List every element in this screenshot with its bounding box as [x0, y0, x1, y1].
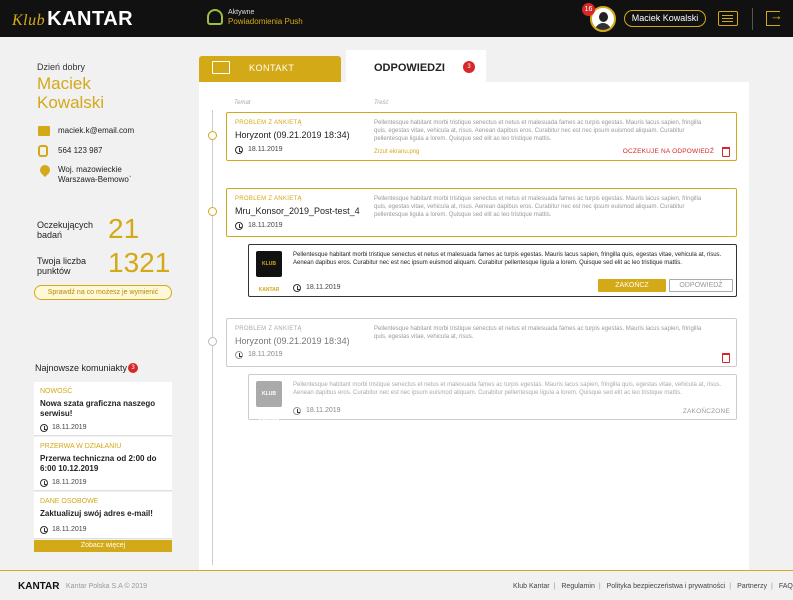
ticket-date: 18.11.2019 — [248, 351, 283, 358]
ticket-card[interactable]: PROBLEM Z ANKIETĄ Horyzont (09.21.2019 1… — [226, 112, 737, 161]
clock-icon — [235, 146, 243, 154]
divider: | — [729, 583, 732, 590]
footer-link-regulamin[interactable]: Regulamin — [561, 583, 594, 590]
divider: | — [553, 583, 556, 590]
ticket-category: PROBLEM Z ANKIETĄ — [235, 120, 302, 126]
phone-icon — [38, 145, 48, 157]
kantar-thumbnail: KLUB KANTAR — [256, 381, 282, 423]
ticket-card[interactable]: PROBLEM Z ANKIETĄ Horyzont (09.21.2019 1… — [226, 318, 737, 367]
ticket-title: Horyzont (09.21.2019 18:34) — [235, 130, 350, 140]
pending-surveys-label: Oczekujących badań — [37, 220, 94, 240]
ticket-title: Horyzont (09.21.2019 18:34) — [235, 336, 350, 346]
news-count-badge: 3 — [128, 363, 138, 373]
ticket-message: Pellentesque habitant morbi tristique se… — [374, 196, 702, 218]
attachment-link[interactable]: Zrzut ekranu.png — [374, 149, 419, 155]
news-date: 18.11.2019 — [52, 424, 87, 431]
push-notifications-link[interactable]: Powiadomienia Push — [228, 17, 303, 26]
top-bar: Klub KANTAR Aktywne Powiadomienia Push 16… — [0, 0, 793, 37]
user-phone: 564 123 987 — [58, 146, 103, 155]
end-button[interactable]: ZAKOŃCZ — [598, 279, 666, 292]
clock-icon — [40, 424, 48, 432]
footer-link-faq[interactable]: FAQ — [779, 583, 793, 590]
notification-badge: 16 — [582, 3, 595, 16]
user-menu-button[interactable]: Maciek Kowalski — [624, 10, 706, 27]
footer-logo: KANTAR — [18, 581, 60, 592]
points-label: Twoja liczba punktów — [37, 256, 87, 276]
tab-answers[interactable]: ODPOWIEDZI 3 — [346, 50, 486, 82]
clock-icon — [293, 407, 301, 415]
footer-link-privacy[interactable]: Polityka bezpieczeństwa i prywatności — [607, 583, 726, 590]
ticket-title: Mru_Konsor_2019_Post-test_4 — [235, 206, 360, 216]
trash-icon[interactable] — [722, 353, 730, 363]
clock-icon — [235, 222, 243, 230]
greeting: Dzień dobry — [37, 62, 86, 72]
reply-message: Pellentesque habitant morbi tristique se… — [293, 382, 722, 396]
news-item[interactable]: DANE OSOBOWE Zaktualizuj swój adres e-ma… — [34, 492, 172, 539]
divider: | — [598, 583, 601, 590]
footer: KANTAR Kantar Polska S.A © 2019 Klub Kan… — [0, 570, 793, 600]
logout-icon[interactable] — [766, 8, 783, 26]
see-more-news-button[interactable]: Zobacz więcej — [34, 540, 172, 552]
ticket-category: PROBLEM Z ANKIETĄ — [235, 326, 302, 332]
ticket-message: Pellentesque habitant morbi tristique se… — [374, 120, 702, 142]
ticket-date: 18.11.2019 — [248, 146, 283, 153]
status-label: OCZEKUJE NA ODPOWIEDŹ — [622, 148, 714, 155]
ticket-date: 18.11.2019 — [248, 222, 283, 229]
user-email: maciek.k@email.com — [58, 126, 135, 135]
news-title: Przerwa techniczna od 2:00 do 6:00 10.12… — [40, 454, 157, 473]
message-icon[interactable] — [718, 11, 738, 26]
column-header-content: Treść — [374, 100, 389, 106]
clock-icon — [40, 526, 48, 534]
divider: | — [771, 583, 773, 590]
user-name: Maciek Kowalski — [37, 74, 105, 112]
news-category: PRZERWA W DZIAŁANIU — [40, 443, 122, 450]
news-item[interactable]: PRZERWA W DZIAŁANIU Przerwa techniczna o… — [34, 437, 172, 491]
news-date: 18.11.2019 — [52, 479, 87, 486]
news-item[interactable]: NOWOŚĆ Nowa szata graficzna naszego serw… — [34, 382, 172, 436]
news-heading: Najnowsze komuniakty — [35, 363, 128, 373]
footer-links: Klub Kantar | Regulamin | Polityka bezpiec… — [513, 583, 793, 590]
clock-icon — [40, 479, 48, 487]
timeline-dot — [208, 131, 217, 140]
footer-link-klub[interactable]: Klub Kantar — [513, 583, 550, 590]
bell-icon[interactable] — [207, 9, 223, 25]
news-title: Zaktualizuj swój adres e-mail! — [40, 509, 153, 518]
reply-button[interactable]: ODPOWIEDŹ — [669, 279, 733, 292]
answers-count-badge: 3 — [463, 61, 475, 73]
points-value: 1321 — [108, 247, 171, 278]
clock-icon — [293, 284, 301, 292]
status-label: ZAKOŃCZONE — [682, 408, 730, 415]
kantar-thumbnail: KLUB KANTAR — [256, 251, 282, 293]
pending-surveys-value: 21 — [108, 213, 140, 244]
klub-kantar-logo[interactable]: Klub KANTAR — [12, 8, 133, 31]
ticket-category: PROBLEM Z ANKIETĄ — [235, 196, 302, 202]
divider — [752, 8, 753, 30]
ticket-card[interactable]: PROBLEM Z ANKIETĄ Mru_Konsor_2019_Post-t… — [226, 188, 737, 237]
reply-card[interactable]: KLUB KANTAR Pellentesque habitant morbi … — [248, 374, 737, 423]
message-icon — [212, 61, 230, 74]
news-date: 18.11.2019 — [52, 526, 87, 533]
exchange-points-button[interactable]: Sprawdź na co możesz je wymienić — [34, 285, 172, 300]
reply-date: 18.11.2019 — [306, 284, 341, 291]
tab-contact[interactable]: KONTAKT — [199, 56, 341, 82]
news-category: DANE OSOBOWE — [40, 498, 99, 505]
mail-icon — [38, 126, 50, 136]
news-title: Nowa szata graficzna naszego serwisu! — [40, 399, 156, 418]
reply-message: Pellentesque habitant morbi tristique se… — [293, 252, 722, 266]
column-header-topic: Temat — [234, 100, 251, 106]
push-status: Aktywne — [228, 9, 255, 16]
footer-link-partners[interactable]: Partnerzy — [737, 583, 767, 590]
reply-date: 18.11.2019 — [306, 407, 341, 414]
trash-icon[interactable] — [722, 147, 730, 157]
timeline-dot — [208, 337, 217, 346]
user-address: Woj. mazowieckie Warszawa-Bemowo` — [58, 165, 132, 184]
copyright: Kantar Polska S.A © 2019 — [66, 583, 148, 590]
news-category: NOWOŚĆ — [40, 388, 73, 395]
timeline-dot — [208, 207, 217, 216]
reply-card[interactable]: KLUB KANTAR Pellentesque habitant morbi … — [248, 244, 737, 297]
clock-icon — [235, 351, 243, 359]
ticket-message: Pellentesque habitant morbi tristique se… — [374, 326, 702, 340]
